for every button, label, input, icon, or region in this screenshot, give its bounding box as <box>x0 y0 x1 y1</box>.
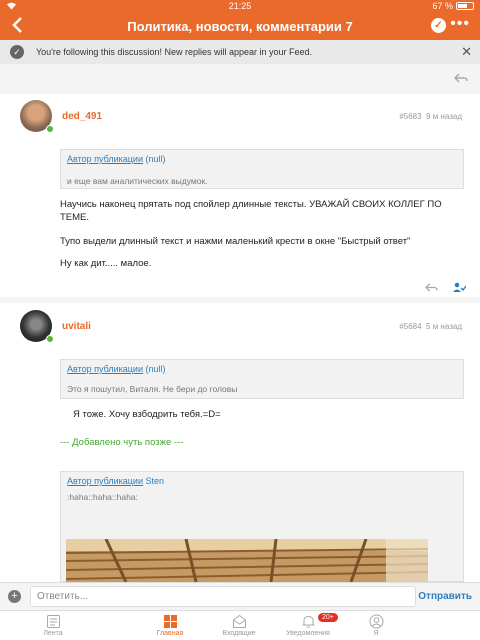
comment-meta: #5684 5 м назад <box>399 322 462 331</box>
tab-feed[interactable]: Лента <box>5 611 101 640</box>
avatar[interactable] <box>20 100 54 133</box>
add-attachment-button[interactable]: + <box>8 590 21 603</box>
feed-icon <box>46 615 60 628</box>
comment-author[interactable]: ded_491 <box>62 111 102 122</box>
battery-indicator: 67 % <box>432 1 474 11</box>
checkmark-icon: ✓ <box>434 20 443 31</box>
quote-author-link[interactable]: Автор публикации <box>67 364 143 374</box>
comment-text: Тупо выдели длинный текст и нажми малень… <box>60 236 411 247</box>
reply-composer: + Ответить... Отправить <box>0 582 480 610</box>
quote-text: Это я пошутил, Виталя. Не бери до головы <box>67 384 238 394</box>
comment-text: Научись наконец прятать под спойлер длин… <box>60 199 442 223</box>
quote-author-name: Sten <box>145 476 165 486</box>
comment-text: Ну как дит..... малое. <box>60 258 152 269</box>
inbox-icon <box>232 614 246 628</box>
reply-icon[interactable] <box>453 72 468 86</box>
comment-time: 9 м назад <box>426 112 462 121</box>
top-navigation-bar: Политика, новости, комментарии 7 ✓ ••• <box>0 12 480 40</box>
added-later-divider: --- Добавлено чуть позже --- <box>60 437 184 448</box>
quote-block: Автор публикации (null) Это я пошутил, В… <box>60 359 464 399</box>
quote-author-link[interactable]: Автор публикации <box>67 154 143 164</box>
send-button[interactable]: Отправить <box>418 591 472 602</box>
bottom-tab-bar: Лента Главная Входящие Уведомления 20+ Я <box>0 610 480 640</box>
quote-header: Автор публикации (null) <box>67 364 166 374</box>
tab-label: Главная <box>156 630 184 637</box>
quote-header: Автор публикации Sten <box>67 476 164 486</box>
mark-read-icon[interactable] <box>453 282 467 295</box>
quote-block: Автор публикации (null) и еще вам аналит… <box>60 149 464 189</box>
comment-number: #5684 <box>399 322 422 331</box>
quote-author-name: (null) <box>145 154 166 164</box>
status-bar: 21:25 67 % <box>0 0 480 12</box>
reply-icon[interactable] <box>425 283 441 295</box>
profile-icon <box>369 614 383 629</box>
comment-time: 5 м назад <box>426 322 462 331</box>
tab-label: Я <box>373 630 379 637</box>
checkmark-circle-icon: ✓ <box>10 45 24 59</box>
comment-actions <box>425 282 467 295</box>
quoted-image[interactable] <box>66 539 428 582</box>
online-status-dot <box>46 125 54 133</box>
tab-profile[interactable]: Я <box>328 611 424 640</box>
quote-author-name: (null) <box>145 364 166 374</box>
tab-label: Входящие <box>222 630 256 637</box>
quote-header: Автор публикации (null) <box>67 154 166 164</box>
comment-meta: #5683 9 м назад <box>399 112 462 121</box>
more-options-button[interactable]: ••• <box>450 15 470 33</box>
comment-text: Я тоже. Хочу взбодрить тебя.=D= <box>73 409 221 420</box>
battery-text: 67 % <box>432 1 453 11</box>
quote-author-link[interactable]: Автор публикации <box>67 476 143 486</box>
tab-label: Уведомления <box>286 630 330 637</box>
battery-fill <box>458 4 467 8</box>
home-grid-icon <box>163 615 177 628</box>
quote-text: и еще вам аналитических выдумок. <box>67 176 208 186</box>
online-status-dot <box>46 335 54 343</box>
battery-icon <box>456 2 474 10</box>
bell-icon <box>302 615 314 628</box>
quote-text: :haha::haha::haha: <box>67 492 138 502</box>
tab-label: Лента <box>43 630 63 637</box>
status-time: 21:25 <box>228 1 252 11</box>
follow-banner-text: You're following this discussion! New re… <box>36 47 313 57</box>
comment-post: ded_491 #5683 9 м назад Автор публикации… <box>0 94 480 297</box>
close-banner-button[interactable]: ✕ <box>461 44 472 60</box>
comment-author[interactable]: uvitali <box>62 321 91 332</box>
reply-input[interactable]: Ответить... <box>30 586 416 607</box>
comment-number: #5683 <box>399 112 422 121</box>
following-check-button[interactable]: ✓ <box>431 18 446 33</box>
page-title: Политика, новости, комментарии 7 <box>127 19 353 34</box>
follow-banner: ✓ You're following this discussion! New … <box>0 40 480 64</box>
avatar[interactable] <box>20 310 54 343</box>
comment-post: uvitali #5684 5 м назад Автор публикации… <box>0 303 480 582</box>
